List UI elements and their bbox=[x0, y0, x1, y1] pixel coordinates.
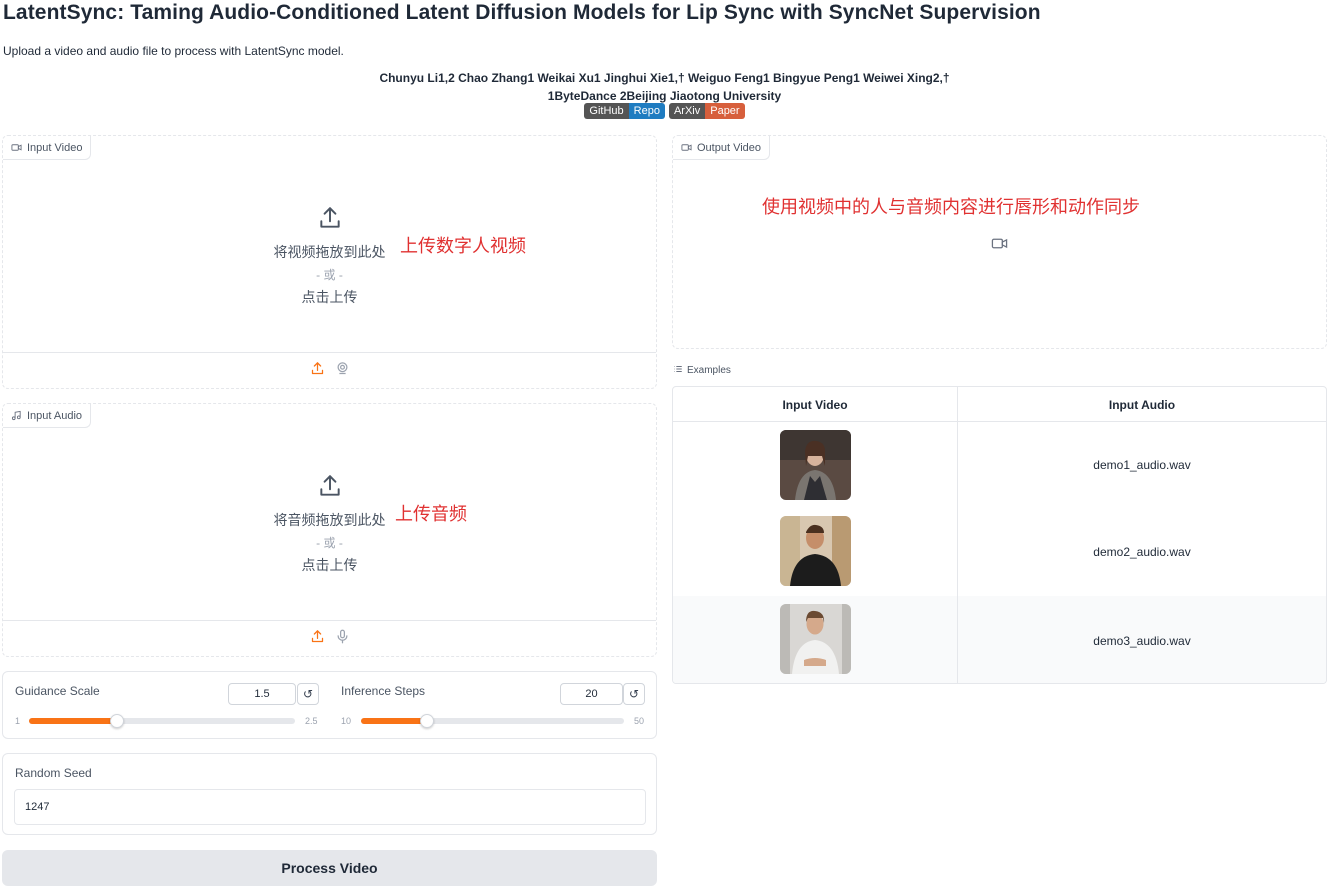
examples-header: Input Video Input Audio bbox=[673, 387, 1326, 422]
video-click-upload[interactable]: 点击上传 bbox=[302, 287, 358, 307]
output-video-panel: Output Video bbox=[672, 135, 1327, 349]
page-subtitle: Upload a video and audio file to process… bbox=[3, 44, 344, 58]
authors-line: Chunyu Li1,2 Chao Zhang1 Weikai Xu1 Jing… bbox=[379, 71, 950, 85]
steps-slider[interactable] bbox=[361, 714, 624, 728]
video-drop-zone[interactable]: 将视频拖放到此处 - 或 - 点击上传 bbox=[3, 160, 656, 352]
steps-slider-fill bbox=[361, 718, 427, 724]
video-icon bbox=[11, 144, 22, 151]
input-video-label-text: Input Video bbox=[27, 141, 83, 154]
seed-panel: Random Seed 1247 bbox=[2, 753, 657, 835]
input-audio-label-text: Input Audio bbox=[27, 409, 83, 422]
video-upload-annotation: 上传数字人视频 bbox=[400, 236, 526, 256]
reset-icon: ↺ bbox=[628, 687, 640, 701]
table-row[interactable]: demo2_audio.wav bbox=[673, 508, 1326, 596]
guidance-slider-thumb[interactable] bbox=[109, 714, 124, 728]
input-video-panel: Input Video 将视频拖放到此处 - 或 - 点击上传 bbox=[2, 135, 657, 389]
examples-label-text: Examples bbox=[687, 365, 731, 376]
audio-drop-text: 将音频拖放到此处 bbox=[273, 512, 386, 528]
example-audio-name[interactable]: demo3_audio.wav bbox=[958, 596, 1326, 683]
steps-min: 10 bbox=[341, 716, 352, 726]
examples-table: Input Video Input Audio demo1_audio.wav bbox=[672, 386, 1327, 684]
music-icon bbox=[11, 410, 21, 421]
table-row[interactable]: demo1_audio.wav bbox=[673, 422, 1326, 508]
video-drop-or: - 或 - bbox=[316, 268, 343, 282]
guidance-max: 2.5 bbox=[305, 716, 318, 726]
audio-upload-annotation: 上传音频 bbox=[395, 504, 467, 524]
badge-row: GitHub Repo ArXiv Paper bbox=[0, 103, 1329, 119]
github-badge-right: Repo bbox=[628, 103, 665, 119]
arxiv-badge-left: ArXiv bbox=[668, 103, 706, 119]
steps-reset-button[interactable]: ↺ bbox=[623, 683, 645, 705]
page-title: LatentSync: Taming Audio-Conditioned Lat… bbox=[3, 1, 1041, 24]
example-audio-name[interactable]: demo1_audio.wav bbox=[958, 422, 1326, 508]
inference-steps-label: Inference Steps bbox=[341, 684, 426, 698]
video-placeholder-icon bbox=[990, 235, 1009, 257]
random-seed-input[interactable]: 1247 bbox=[14, 789, 646, 825]
audio-drop-or: - 或 - bbox=[316, 536, 343, 550]
steps-max: 50 bbox=[634, 716, 645, 726]
output-annotation: 使用视频中的人与音频内容进行唇形和动作同步 bbox=[762, 197, 1140, 217]
audio-drop-zone[interactable]: 将音频拖放到此处 - 或 - 点击上传 bbox=[3, 428, 656, 620]
guidance-min: 1 bbox=[15, 716, 21, 726]
upload-icon bbox=[317, 473, 343, 504]
example-video-thumbnail[interactable] bbox=[780, 604, 851, 674]
guidance-slider[interactable] bbox=[29, 714, 295, 728]
example-video-thumbnail[interactable] bbox=[780, 430, 851, 500]
output-video-label: Output Video bbox=[673, 136, 771, 160]
audio-source-bar bbox=[3, 620, 656, 656]
upload-source-icon[interactable] bbox=[310, 361, 325, 381]
authors-block: Chunyu Li1,2 Chao Zhang1 Weikai Xu1 Jing… bbox=[0, 69, 1329, 105]
arxiv-badge-right: Paper bbox=[705, 103, 745, 119]
example-audio-name[interactable]: demo2_audio.wav bbox=[958, 508, 1326, 596]
reset-icon: ↺ bbox=[302, 687, 314, 701]
output-video-label-text: Output Video bbox=[697, 141, 762, 154]
video-icon bbox=[681, 144, 692, 151]
guidance-scale-label: Guidance Scale bbox=[15, 684, 100, 698]
webcam-icon[interactable] bbox=[335, 361, 350, 381]
list-icon bbox=[673, 364, 683, 377]
column-header-video: Input Video bbox=[782, 397, 848, 412]
column-divider bbox=[957, 387, 958, 683]
random-seed-label: Random Seed bbox=[15, 766, 92, 780]
microphone-icon[interactable] bbox=[335, 629, 350, 649]
guidance-scale-input[interactable]: 1.5 bbox=[228, 683, 296, 705]
github-badge-left: GitHub bbox=[584, 103, 629, 119]
arxiv-badge[interactable]: ArXiv Paper bbox=[668, 103, 745, 119]
video-source-bar bbox=[3, 352, 656, 388]
video-drop-text: 将视频拖放到此处 bbox=[273, 244, 386, 260]
input-audio-panel: Input Audio 将音频拖放到此处 - 或 - 点击上传 bbox=[2, 403, 657, 657]
example-video-thumbnail[interactable] bbox=[780, 516, 851, 586]
guidance-reset-button[interactable]: ↺ bbox=[297, 683, 319, 705]
audio-click-upload[interactable]: 点击上传 bbox=[302, 555, 358, 575]
input-video-label: Input Video bbox=[3, 136, 92, 160]
table-row[interactable]: demo3_audio.wav bbox=[673, 596, 1326, 683]
github-badge[interactable]: GitHub Repo bbox=[584, 103, 665, 119]
settings-panel: Guidance Scale 1.5 ↺ 1 2.5 Inference Ste… bbox=[2, 671, 657, 739]
column-header-audio: Input Audio bbox=[1108, 397, 1176, 412]
steps-slider-thumb[interactable] bbox=[419, 714, 434, 728]
examples-label: Examples bbox=[673, 364, 731, 377]
guidance-slider-fill bbox=[29, 718, 117, 724]
upload-source-icon[interactable] bbox=[310, 629, 325, 649]
input-audio-label: Input Audio bbox=[3, 404, 92, 428]
upload-icon bbox=[317, 205, 343, 236]
process-video-button[interactable]: Process Video bbox=[2, 850, 657, 886]
inference-steps-input[interactable]: 20 bbox=[560, 683, 623, 705]
